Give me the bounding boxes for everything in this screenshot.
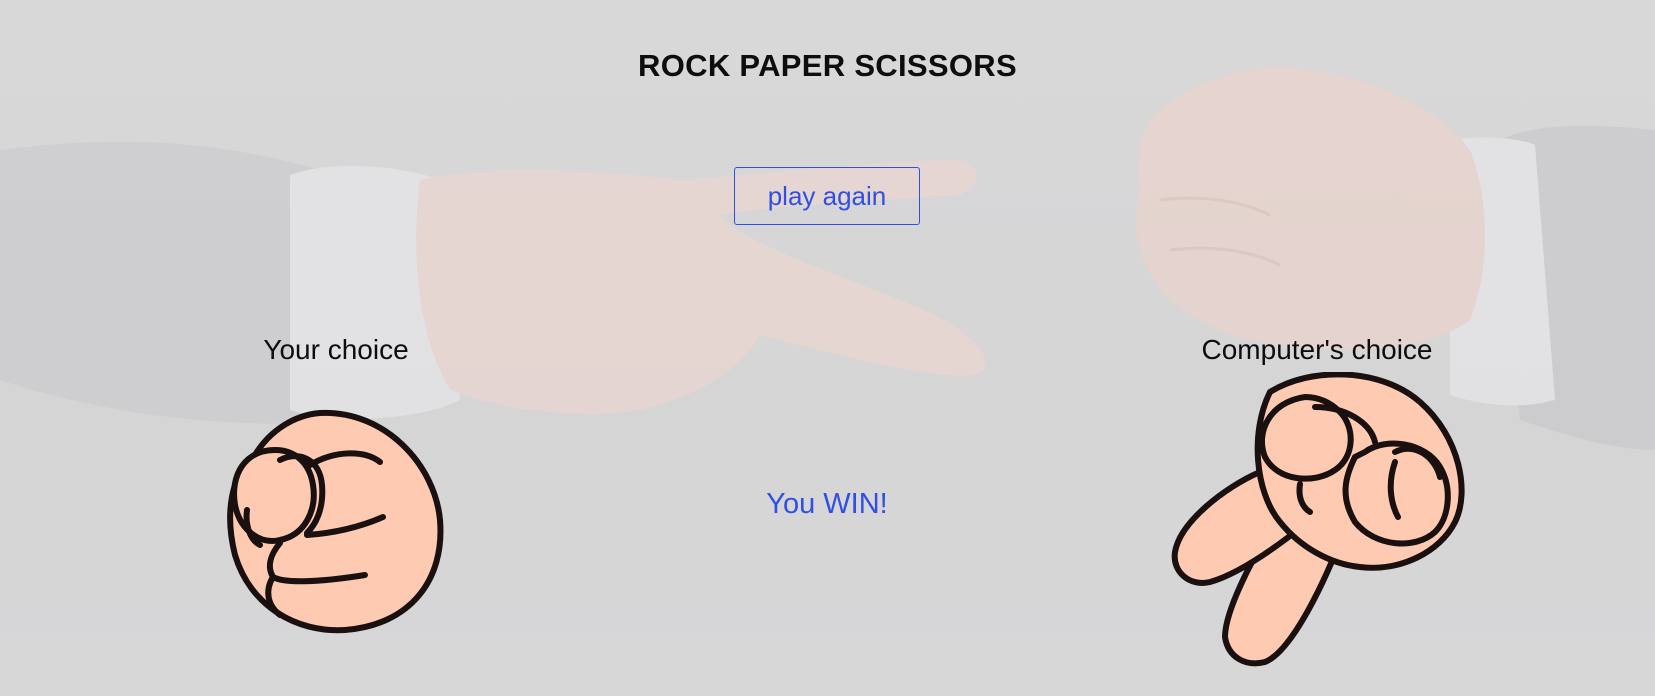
play-again-button[interactable]: play again [734,167,920,225]
computer-choice-label: Computer's choice [1201,334,1433,365]
player-choice-label: Your choice [263,334,409,365]
page-title: ROCK PAPER SCISSORS [638,48,1017,83]
result-text: You WIN! [766,488,888,520]
rock-fist-icon [227,409,444,634]
game-stage: ROCK PAPER SCISSORS play again Your choi… [0,0,1655,696]
scissors-hand-icon [1171,372,1465,667]
